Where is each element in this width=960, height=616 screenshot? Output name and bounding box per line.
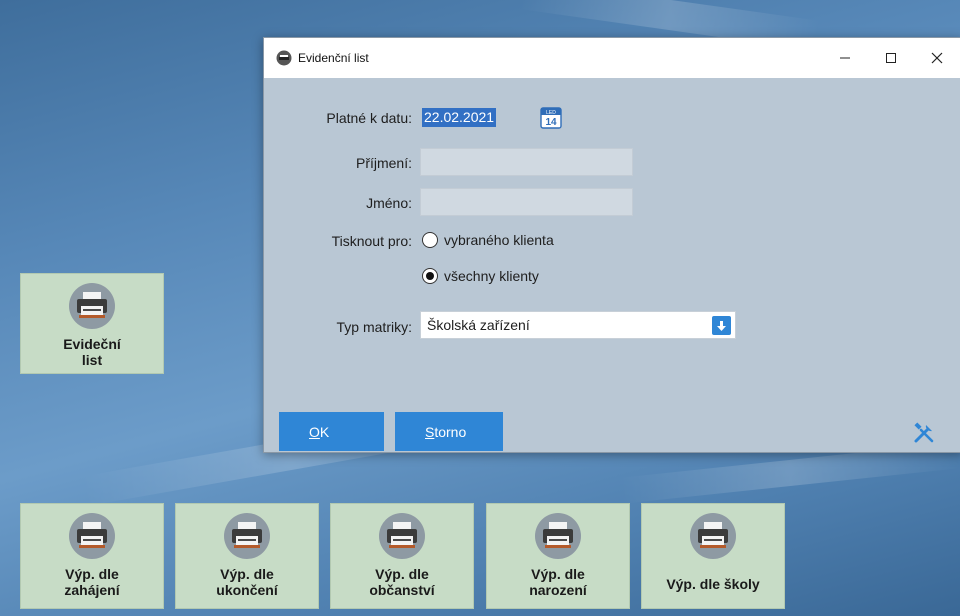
close-icon — [931, 52, 943, 64]
matrix-type-select[interactable]: Školská zařízení — [420, 311, 736, 339]
printer-icon — [68, 512, 116, 560]
close-button[interactable] — [914, 38, 960, 78]
tile-vyp-dle-obcanstvi[interactable]: Výp. dle občanství — [330, 503, 474, 609]
tile-label: Výp. dle zahájení — [64, 566, 120, 598]
cancel-button[interactable]: Storno — [395, 412, 503, 451]
radio-circle — [422, 232, 438, 248]
ok-label: K — [319, 423, 330, 440]
surname-field[interactable] — [420, 148, 633, 176]
printer-app-icon — [276, 50, 292, 66]
radio-all-clients[interactable]: všechny klienty — [422, 268, 539, 284]
printer-icon — [689, 512, 737, 560]
date-label: Platné k datu: — [326, 110, 412, 126]
tile-label: Výp. dle ukončení — [216, 566, 278, 598]
printer-icon — [68, 282, 116, 330]
matrix-type-value: Školská zařízení — [427, 317, 530, 333]
ok-mnemonic: O — [309, 423, 320, 440]
cancel-mnemonic: S — [425, 423, 435, 440]
tile-label: Výp. dle narození — [529, 566, 587, 598]
surname-label: Příjmení: — [355, 155, 412, 171]
radio-dot — [426, 272, 434, 280]
radio-label: všechny klienty — [444, 268, 539, 284]
name-field[interactable] — [420, 188, 633, 216]
radio-selected-client[interactable]: vybraného klienta — [422, 232, 554, 248]
maximize-button[interactable] — [868, 38, 914, 78]
tile-vyp-dle-narozeni[interactable]: Výp. dle narození — [486, 503, 630, 609]
date-input[interactable]: 22.02.2021 — [422, 108, 497, 127]
dialog-titlebar[interactable]: Evidenční list — [264, 38, 960, 78]
evidencni-list-dialog: Evidenční list Platné k datu: 22.02.2021… — [263, 37, 960, 453]
matrix-type-label: Typ matriky: — [336, 319, 412, 335]
tile-vyp-dle-zahajeni[interactable]: Výp. dle zahájení — [20, 503, 164, 609]
cancel-label: torno — [434, 423, 467, 440]
radio-circle-checked — [422, 268, 438, 284]
dialog-title: Evidenční list — [298, 51, 369, 65]
tile-label: Výp. dle školy — [666, 576, 760, 592]
tile-label: Evideční list — [63, 336, 121, 368]
radio-label: vybraného klienta — [444, 232, 554, 248]
calendar-day: 14 — [545, 117, 557, 128]
calendar-icon[interactable]: LED 14 — [540, 107, 562, 129]
printer-icon — [534, 512, 582, 560]
printer-icon — [378, 512, 426, 560]
arrow-down-icon — [717, 320, 726, 331]
dropdown-arrow-icon[interactable] — [712, 316, 731, 335]
calendar-month: LED — [546, 110, 556, 116]
minimize-icon — [840, 57, 850, 59]
tile-label: Výp. dle občanství — [369, 566, 435, 598]
ok-button[interactable]: OK — [279, 412, 384, 451]
tile-evidencni-list[interactable]: Evideční list — [20, 273, 164, 374]
printer-icon — [223, 512, 271, 560]
minimize-button[interactable] — [822, 38, 868, 78]
tile-vyp-dle-skoly[interactable]: Výp. dle školy — [641, 503, 785, 609]
tile-vyp-dle-ukonceni[interactable]: Výp. dle ukončení — [175, 503, 319, 609]
maximize-icon — [886, 53, 896, 63]
name-label: Jméno: — [366, 195, 412, 211]
print-for-label: Tisknout pro: — [331, 233, 412, 249]
tools-icon[interactable] — [912, 421, 936, 445]
dialog-footer: OK Storno — [264, 412, 960, 452]
